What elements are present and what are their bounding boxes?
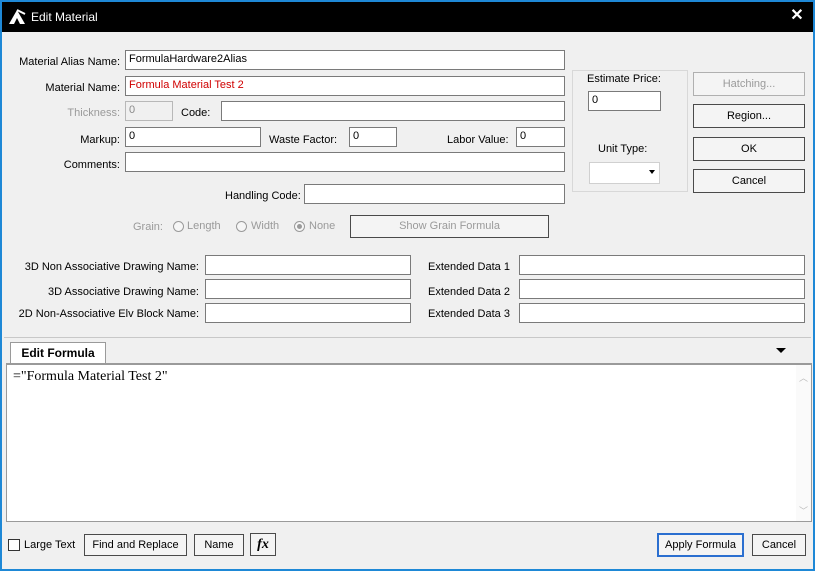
extended-data-3-label: Extended Data 3 (428, 308, 510, 320)
code-input[interactable] (221, 101, 565, 121)
markup-label: Markup: (80, 134, 120, 146)
grain-length-label: Length (187, 220, 221, 232)
handling-code-label: Handling Code: (225, 190, 301, 202)
3d-nonassoc-input[interactable] (205, 255, 411, 275)
app-logo-icon (9, 9, 26, 24)
tab-edit-formula[interactable]: Edit Formula (10, 342, 106, 364)
comments-input[interactable] (125, 152, 565, 172)
apply-formula-button[interactable]: Apply Formula (657, 533, 744, 557)
formula-text: ="Formula Material Test 2" (13, 369, 168, 384)
labor-value-input[interactable]: 0 (516, 127, 565, 147)
thickness-label: Thickness: (67, 107, 120, 119)
extended-data-3-input[interactable] (519, 303, 805, 323)
handling-code-input[interactable] (304, 184, 565, 204)
formula-cancel-button[interactable]: Cancel (752, 534, 806, 556)
extended-data-2-label: Extended Data 2 (428, 286, 510, 298)
hatching-button: Hatching... (693, 72, 805, 96)
unit-type-select[interactable] (589, 162, 660, 184)
close-icon[interactable]: ✕ (787, 6, 807, 26)
cancel-button[interactable]: Cancel (693, 169, 805, 193)
region-button[interactable]: Region... (693, 104, 805, 128)
3d-assoc-input[interactable] (205, 279, 411, 299)
ok-button[interactable]: OK (693, 137, 805, 161)
2d-elv-label: 2D Non-Associative Elv Block Name: (18, 308, 199, 320)
edit-material-dialog: Edit Material ✕ Material Alias Name: For… (0, 0, 815, 571)
grain-length-radio (173, 221, 184, 232)
formula-editor[interactable]: ="Formula Material Test 2" ︿ ﹀ (6, 364, 812, 522)
extended-data-1-label: Extended Data 1 (428, 261, 510, 273)
alias-input[interactable]: FormulaHardware2Alias (125, 50, 565, 70)
estimate-price-input[interactable]: 0 (588, 91, 661, 111)
editor-scrollbar[interactable]: ︿ ﹀ (796, 365, 811, 521)
material-name-label: Material Name: (45, 82, 120, 94)
material-name-input[interactable]: Formula Material Test 2 (125, 76, 565, 96)
code-label: Code: (181, 107, 211, 119)
scroll-down-icon[interactable]: ﹀ (799, 504, 808, 517)
title-bar: Edit Material ✕ (2, 2, 813, 32)
grain-width-radio (236, 221, 247, 232)
chevron-down-icon (649, 170, 655, 174)
alias-label: Material Alias Name: (19, 56, 120, 68)
grain-width-label: Width (251, 220, 280, 232)
grain-none-radio (294, 221, 305, 232)
scroll-up-icon[interactable]: ︿ (799, 371, 808, 384)
waste-factor-label: Waste Factor: (269, 134, 338, 146)
extended-data-2-input[interactable] (519, 279, 805, 299)
grain-none-label: None (309, 220, 336, 232)
waste-factor-input[interactable]: 0 (349, 127, 397, 147)
extended-data-1-input[interactable] (519, 255, 805, 275)
3d-assoc-label: 3D Associative Drawing Name: (47, 286, 199, 298)
large-text-checkbox[interactable] (8, 539, 20, 551)
find-replace-button[interactable]: Find and Replace (84, 534, 187, 556)
labor-value-label: Labor Value: (447, 134, 509, 146)
comments-label: Comments: (63, 159, 120, 171)
markup-input[interactable]: 0 (125, 127, 261, 147)
name-button[interactable]: Name (194, 534, 244, 556)
2d-elv-input[interactable] (205, 303, 411, 323)
window-title: Edit Material (31, 10, 98, 24)
chevron-down-icon[interactable] (776, 348, 786, 353)
large-text-label: Large Text (24, 539, 76, 551)
thickness-input: 0 (125, 101, 173, 121)
unit-type-label: Unit Type: (598, 143, 648, 155)
estimate-price-label: Estimate Price: (587, 73, 661, 85)
function-icon[interactable]: fx (250, 533, 276, 556)
3d-nonassoc-label: 3D Non Associative Drawing Name: (24, 261, 199, 273)
show-grain-formula-button: Show Grain Formula (350, 215, 549, 238)
section-divider (4, 337, 811, 338)
grain-label: Grain: (133, 221, 163, 233)
